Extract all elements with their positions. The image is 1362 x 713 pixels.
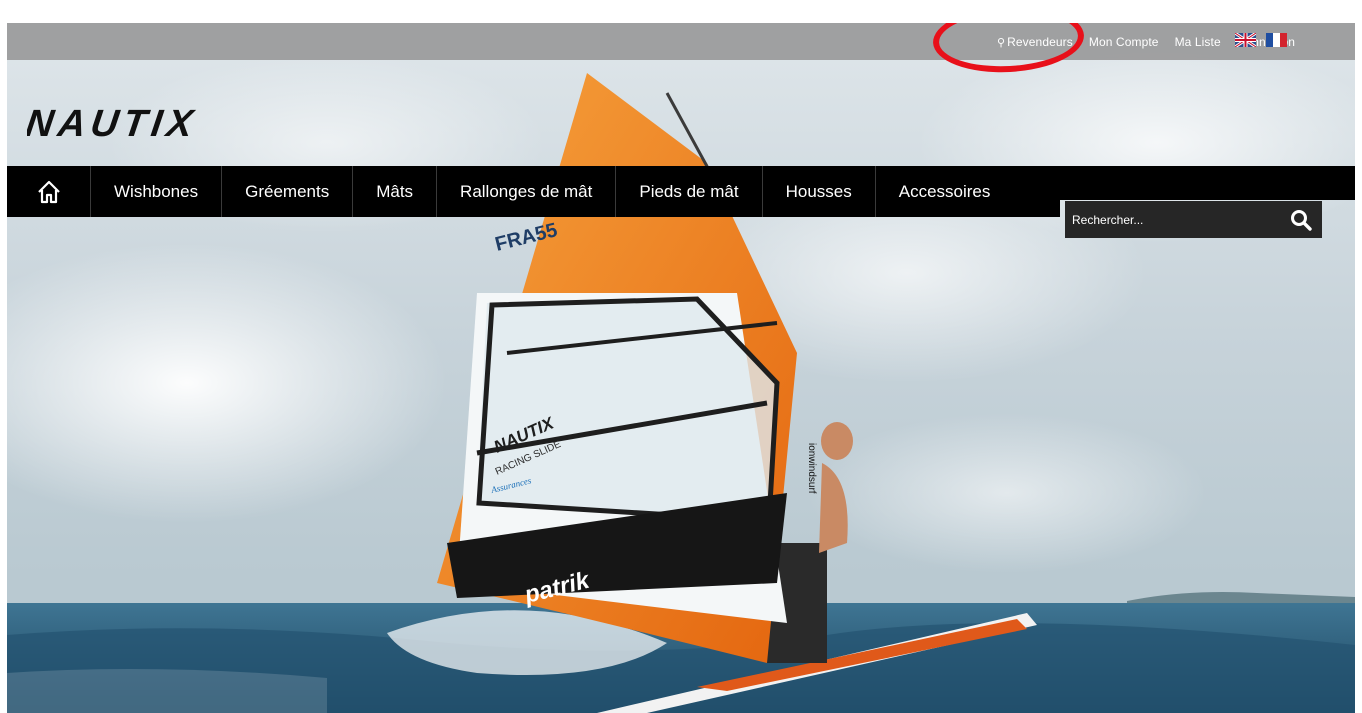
nav-item-pieds[interactable]: Pieds de mât [616,166,763,217]
nav-item-rallonges[interactable]: Rallonges de mât [437,166,617,217]
nav-item-greements[interactable]: Gréements [222,166,354,217]
uk-flag-icon[interactable] [1235,33,1256,47]
brand-logo[interactable]: NAUTIX [27,102,347,142]
main-navigation: Wishbones Gréements Mâts Rallonges de mâ… [7,166,1060,217]
top-utility-bar: ⚲ Revendeurs Mon Compte Ma Liste Connexio… [7,23,1355,60]
nav-item-mats[interactable]: Mâts [353,166,438,217]
my-list-link[interactable]: Ma Liste [1175,35,1221,49]
language-switcher [1235,33,1287,47]
search-icon [1291,209,1312,231]
mast-text: ionwindsurf [806,443,817,494]
page: FRA55 NAUTIX RACING SLIDE Assurances pat… [7,23,1355,713]
brand-name: NAUTIX [27,102,200,142]
home-icon [37,180,60,203]
nav-bar-extension [1060,166,1355,200]
search-input[interactable] [1065,201,1280,238]
search-box [1065,201,1322,238]
france-flag-icon[interactable] [1266,33,1287,47]
nav-item-wishbones[interactable]: Wishbones [91,166,223,217]
nav-item-housses[interactable]: Housses [763,166,876,217]
nav-home[interactable] [7,166,91,217]
my-account-link[interactable]: Mon Compte [1089,35,1159,49]
search-button[interactable] [1280,201,1322,238]
nav-item-accessoires[interactable]: Accessoires [876,166,1014,217]
